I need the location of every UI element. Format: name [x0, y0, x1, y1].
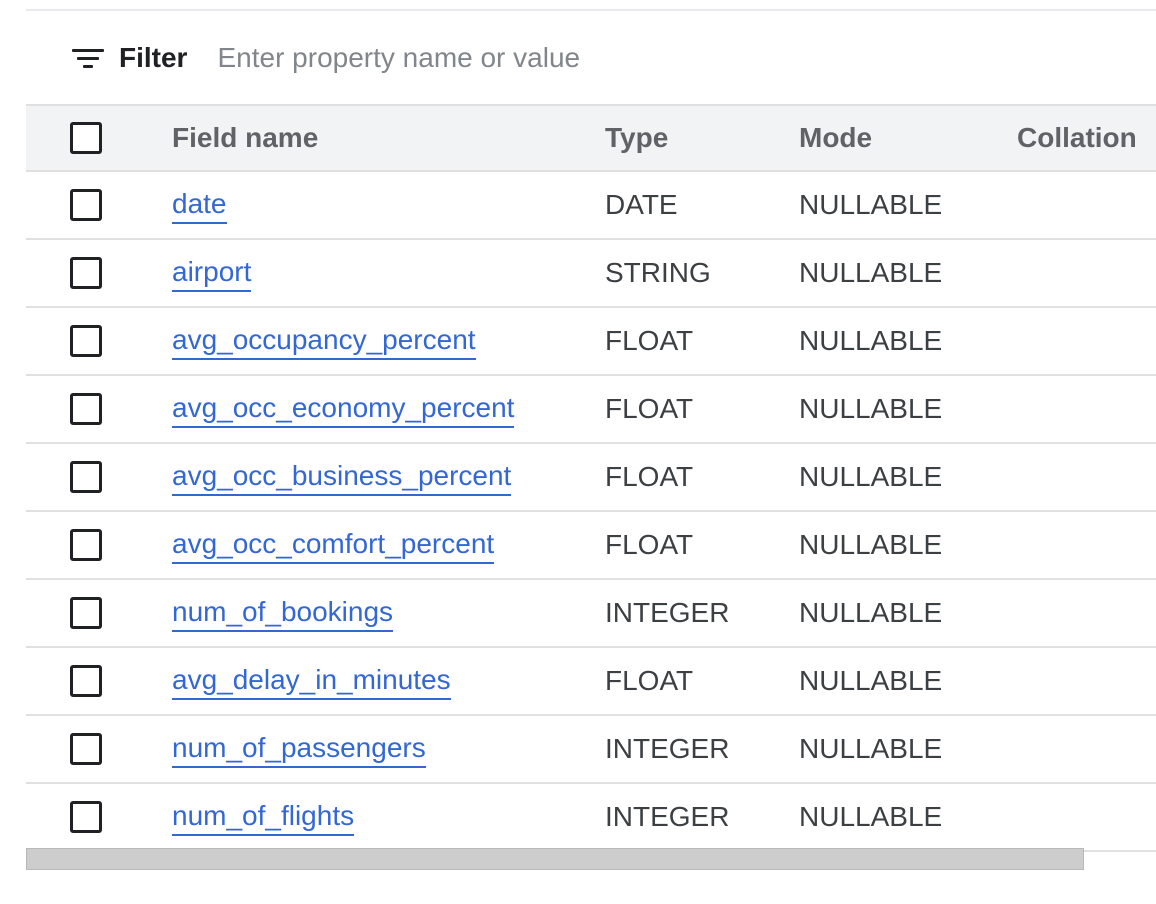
field-mode: NULLABLE	[799, 189, 943, 220]
field-name-cell: num_of_bookings	[172, 580, 394, 646]
row-checkbox-cell	[70, 648, 102, 714]
row-checkbox-cell	[70, 172, 102, 238]
table-row: avg_occ_business_percent FLOAT NULLABLE	[26, 444, 1156, 512]
field-name-cell: avg_occ_economy_percent	[172, 376, 515, 442]
table-row: date DATE NULLABLE	[26, 172, 1156, 240]
field-name-link[interactable]: airport	[172, 255, 252, 292]
field-type: FLOAT	[605, 325, 694, 356]
row-checkbox[interactable]	[70, 665, 102, 697]
field-type: INTEGER	[605, 733, 730, 764]
table-body: date DATE NULLABLE airport STRING NULLABLE avg…	[26, 172, 1156, 852]
horizontal-scrollbar[interactable]	[26, 848, 1084, 870]
column-header-type[interactable]: Type	[605, 106, 668, 170]
field-name-cell: date	[172, 172, 227, 238]
field-type: FLOAT	[605, 461, 694, 492]
field-name-link[interactable]: avg_occupancy_percent	[172, 323, 476, 360]
row-checkbox-cell	[70, 512, 102, 578]
field-name-cell: num_of_passengers	[172, 716, 426, 782]
field-type: FLOAT	[605, 529, 694, 560]
row-checkbox[interactable]	[70, 189, 102, 221]
field-mode: NULLABLE	[799, 393, 943, 424]
table-header-row: Field name Type Mode Collation	[26, 104, 1156, 172]
field-type: DATE	[605, 189, 678, 220]
field-name-cell: airport	[172, 240, 252, 306]
field-mode: NULLABLE	[799, 257, 943, 288]
table-row: avg_occ_comfort_percent FLOAT NULLABLE	[26, 512, 1156, 580]
row-checkbox-cell	[70, 376, 102, 442]
row-checkbox-cell	[70, 716, 102, 782]
field-name-link[interactable]: num_of_flights	[172, 799, 355, 836]
field-name-link[interactable]: num_of_bookings	[172, 595, 394, 632]
field-name-cell: avg_occ_business_percent	[172, 444, 512, 510]
header-checkbox-cell	[70, 106, 102, 170]
filter-icon[interactable]	[72, 46, 104, 70]
row-checkbox[interactable]	[70, 461, 102, 493]
field-mode: NULLABLE	[799, 801, 943, 832]
table-row: num_of_flights INTEGER NULLABLE	[26, 784, 1156, 852]
table-row: avg_delay_in_minutes FLOAT NULLABLE	[26, 648, 1156, 716]
row-checkbox-cell	[70, 444, 102, 510]
row-checkbox[interactable]	[70, 325, 102, 357]
table-row: num_of_passengers INTEGER NULLABLE	[26, 716, 1156, 784]
filter-input[interactable]	[217, 42, 918, 74]
field-name-cell: num_of_flights	[172, 784, 355, 850]
field-name-cell: avg_delay_in_minutes	[172, 648, 451, 714]
field-mode: NULLABLE	[799, 529, 943, 560]
field-type: FLOAT	[605, 665, 694, 696]
column-header-collation[interactable]: Collation	[1017, 106, 1137, 170]
field-name-link[interactable]: avg_occ_business_percent	[172, 459, 512, 496]
field-type: FLOAT	[605, 393, 694, 424]
select-all-checkbox[interactable]	[70, 122, 102, 154]
field-name-link[interactable]: num_of_passengers	[172, 731, 426, 768]
field-type: INTEGER	[605, 597, 730, 628]
table-row: num_of_bookings INTEGER NULLABLE	[26, 580, 1156, 648]
row-checkbox[interactable]	[70, 597, 102, 629]
field-name-link[interactable]: avg_occ_comfort_percent	[172, 527, 495, 564]
field-mode: NULLABLE	[799, 461, 943, 492]
field-name-cell: avg_occupancy_percent	[172, 308, 476, 374]
field-type: STRING	[605, 257, 711, 288]
field-name-link[interactable]: date	[172, 187, 227, 224]
table-row: avg_occupancy_percent FLOAT NULLABLE	[26, 308, 1156, 376]
row-checkbox-cell	[70, 240, 102, 306]
row-checkbox[interactable]	[70, 529, 102, 561]
row-checkbox-cell	[70, 580, 102, 646]
filter-bar: Filter	[72, 36, 918, 80]
field-name-link[interactable]: avg_delay_in_minutes	[172, 663, 451, 700]
top-divider	[26, 9, 1156, 11]
field-mode: NULLABLE	[799, 733, 943, 764]
row-checkbox[interactable]	[70, 257, 102, 289]
column-header-field-name[interactable]: Field name	[172, 106, 318, 170]
row-checkbox[interactable]	[70, 801, 102, 833]
table-row: airport STRING NULLABLE	[26, 240, 1156, 308]
schema-table: Field name Type Mode Collation date DATE N…	[26, 104, 1156, 852]
row-checkbox[interactable]	[70, 733, 102, 765]
row-checkbox-cell	[70, 308, 102, 374]
row-checkbox-cell	[70, 784, 102, 850]
row-checkbox[interactable]	[70, 393, 102, 425]
field-mode: NULLABLE	[799, 325, 943, 356]
field-mode: NULLABLE	[799, 665, 943, 696]
field-mode: NULLABLE	[799, 597, 943, 628]
field-type: INTEGER	[605, 801, 730, 832]
field-name-cell: avg_occ_comfort_percent	[172, 512, 495, 578]
column-header-mode[interactable]: Mode	[799, 106, 872, 170]
field-name-link[interactable]: avg_occ_economy_percent	[172, 391, 515, 428]
table-row: avg_occ_economy_percent FLOAT NULLABLE	[26, 376, 1156, 444]
filter-label: Filter	[119, 42, 188, 73]
scrollbar-thumb[interactable]	[26, 848, 1084, 870]
